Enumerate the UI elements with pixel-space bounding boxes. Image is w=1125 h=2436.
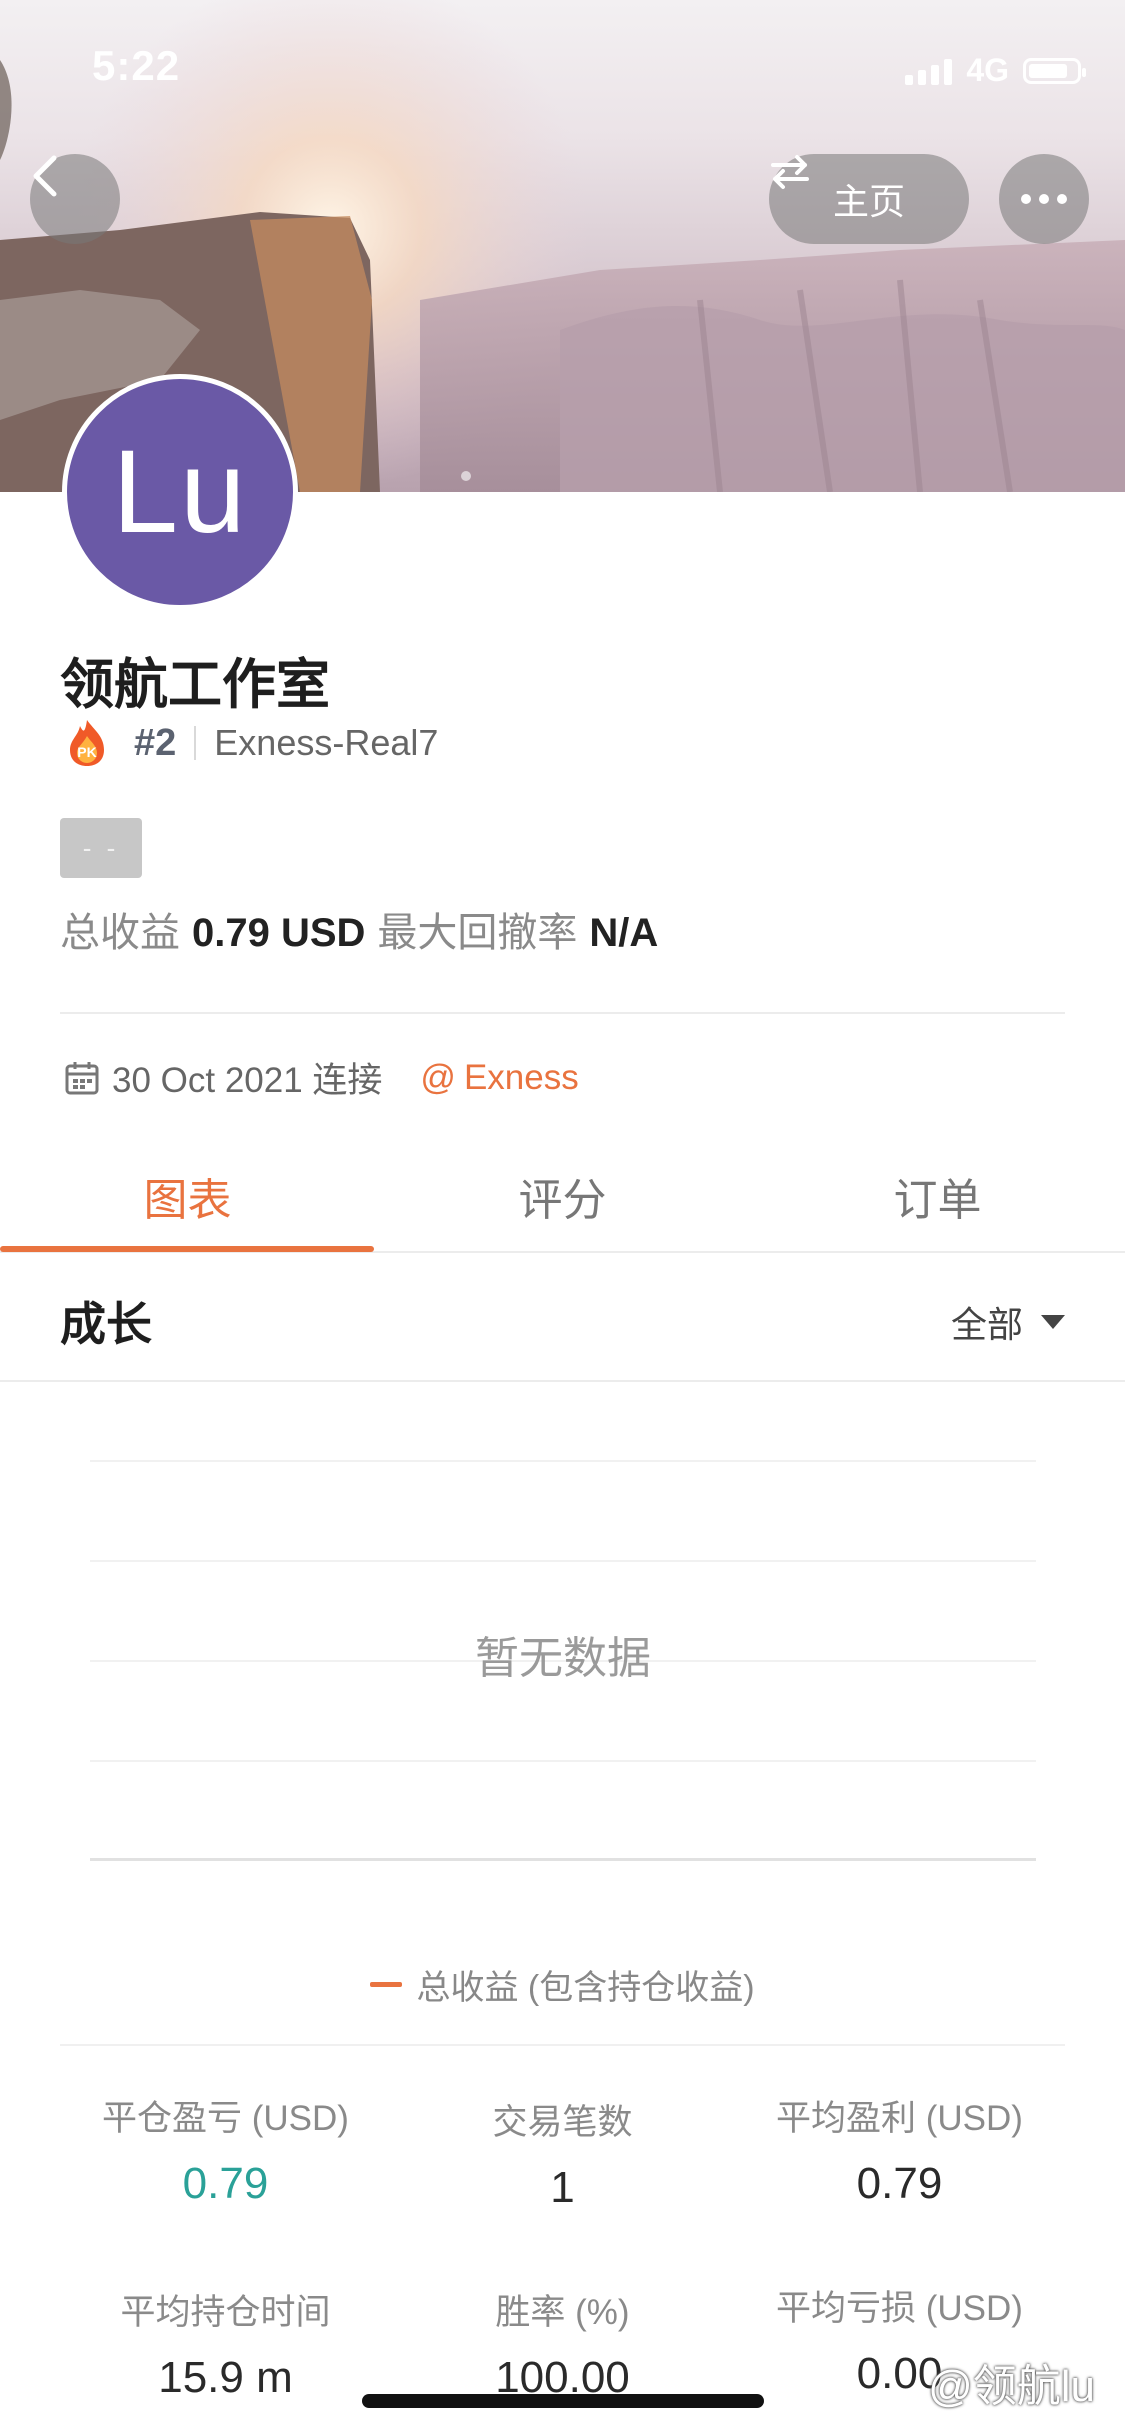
home-button[interactable]: 主页 xyxy=(769,154,969,244)
tab-bar: 图表 评分 订单 xyxy=(0,1140,1125,1252)
metric-trade-count: 交易笔数 1 xyxy=(375,2094,750,2213)
chart-gridline xyxy=(90,1560,1036,1562)
watermark-text: @领航lu xyxy=(928,2362,1095,2411)
battery-icon xyxy=(1023,57,1086,84)
metric-value: 15.9 m xyxy=(158,2353,293,2402)
divider xyxy=(0,1380,1125,1382)
legend-swatch xyxy=(370,1982,403,1987)
growth-chart: 暂无数据 xyxy=(90,1460,1036,1861)
metric-closed-pnl: 平仓盈亏 (USD) 0.79 xyxy=(38,2090,413,2209)
calendar-icon xyxy=(65,1061,99,1094)
tab-rating[interactable]: 评分 xyxy=(375,1140,750,1252)
tab-chart[interactable]: 图表 xyxy=(0,1140,375,1252)
metric-label: 平仓盈亏 (USD) xyxy=(102,2099,349,2138)
swap-arrows-icon xyxy=(771,155,809,189)
home-button-label: 主页 xyxy=(832,181,905,222)
metric-value: 1 xyxy=(550,2163,575,2212)
range-filter-label: 全部 xyxy=(950,1304,1023,1345)
network-label: 4G xyxy=(966,52,1009,88)
total-profit-value: 0.79 USD xyxy=(192,911,366,955)
profile-summary: 总收益 0.79 USD 最大回撤率 N/A xyxy=(60,900,658,958)
avatar[interactable]: Lu xyxy=(62,374,298,610)
metric-value: 0.79 xyxy=(856,2159,943,2208)
metric-label: 平均亏损 (USD) xyxy=(776,2289,1023,2328)
metric-label: 平均持仓时间 xyxy=(120,2293,331,2332)
status-time: 5:22 xyxy=(92,42,181,89)
metric-win-rate: 胜率 (%) 100.00 xyxy=(375,2284,750,2403)
metric-avg-hold-time: 平均持仓时间 15.9 m xyxy=(38,2284,413,2403)
connected-date: 30 Oct 2021 连接 xyxy=(112,1061,383,1100)
tab-orders[interactable]: 订单 xyxy=(750,1140,1125,1252)
divider xyxy=(194,726,197,760)
rank-label: #2 xyxy=(134,721,177,764)
watermark: @领航lu xyxy=(928,2350,1095,2414)
signal-icon xyxy=(905,57,953,85)
divider xyxy=(60,2044,1065,2046)
caret-down-icon xyxy=(1041,1315,1065,1329)
total-profit-label: 总收益 xyxy=(60,911,180,955)
more-dots-icon xyxy=(1021,194,1031,204)
at-icon: @ xyxy=(420,1057,456,1097)
pk-flame-icon: PK xyxy=(64,718,110,768)
legend-label: 总收益 (包含持仓收益) xyxy=(416,1969,755,2007)
empty-state-text: 暂无数据 xyxy=(475,1634,651,1683)
profile-meta: PK #2 Exness-Real7 xyxy=(64,718,438,768)
broker-name: Exness xyxy=(463,1057,579,1097)
metric-label: 平均盈利 (USD) xyxy=(776,2099,1023,2138)
pk-badge-text: PK xyxy=(77,744,96,760)
chevron-left-icon xyxy=(33,155,57,197)
metric-label: 胜率 (%) xyxy=(495,2293,630,2332)
server-label: Exness-Real7 xyxy=(214,722,439,763)
chart-gridline xyxy=(90,1760,1036,1762)
home-indicator[interactable] xyxy=(362,2394,764,2408)
max-drawdown-label: 最大回撤率 xyxy=(377,911,578,955)
growth-title: 成长 xyxy=(60,1298,152,1350)
range-filter-dropdown[interactable]: 全部 xyxy=(951,1296,1065,1348)
max-drawdown-value: N/A xyxy=(589,911,659,955)
chart-legend: 总收益 (包含持仓收益) xyxy=(0,1960,1125,2009)
chart-baseline xyxy=(90,1858,1036,1861)
chart-gridline xyxy=(90,1460,1036,1462)
back-button[interactable] xyxy=(30,154,120,244)
status-icons: 4G xyxy=(905,52,1086,89)
metric-avg-profit: 平均盈利 (USD) 0.79 xyxy=(712,2090,1087,2209)
divider xyxy=(60,1012,1065,1014)
more-button[interactable] xyxy=(999,154,1089,244)
profile-name: 领航工作室 xyxy=(60,655,330,715)
metric-value: 0.79 xyxy=(182,2159,269,2208)
placeholder-tag: - - xyxy=(60,818,142,878)
active-tab-indicator xyxy=(0,1246,374,1252)
metric-label: 交易笔数 xyxy=(492,2103,633,2142)
broker-link[interactable]: @ Exness xyxy=(420,1058,578,1098)
connection-info: 30 Oct 2021 连接 @ Exness xyxy=(64,1052,579,1103)
